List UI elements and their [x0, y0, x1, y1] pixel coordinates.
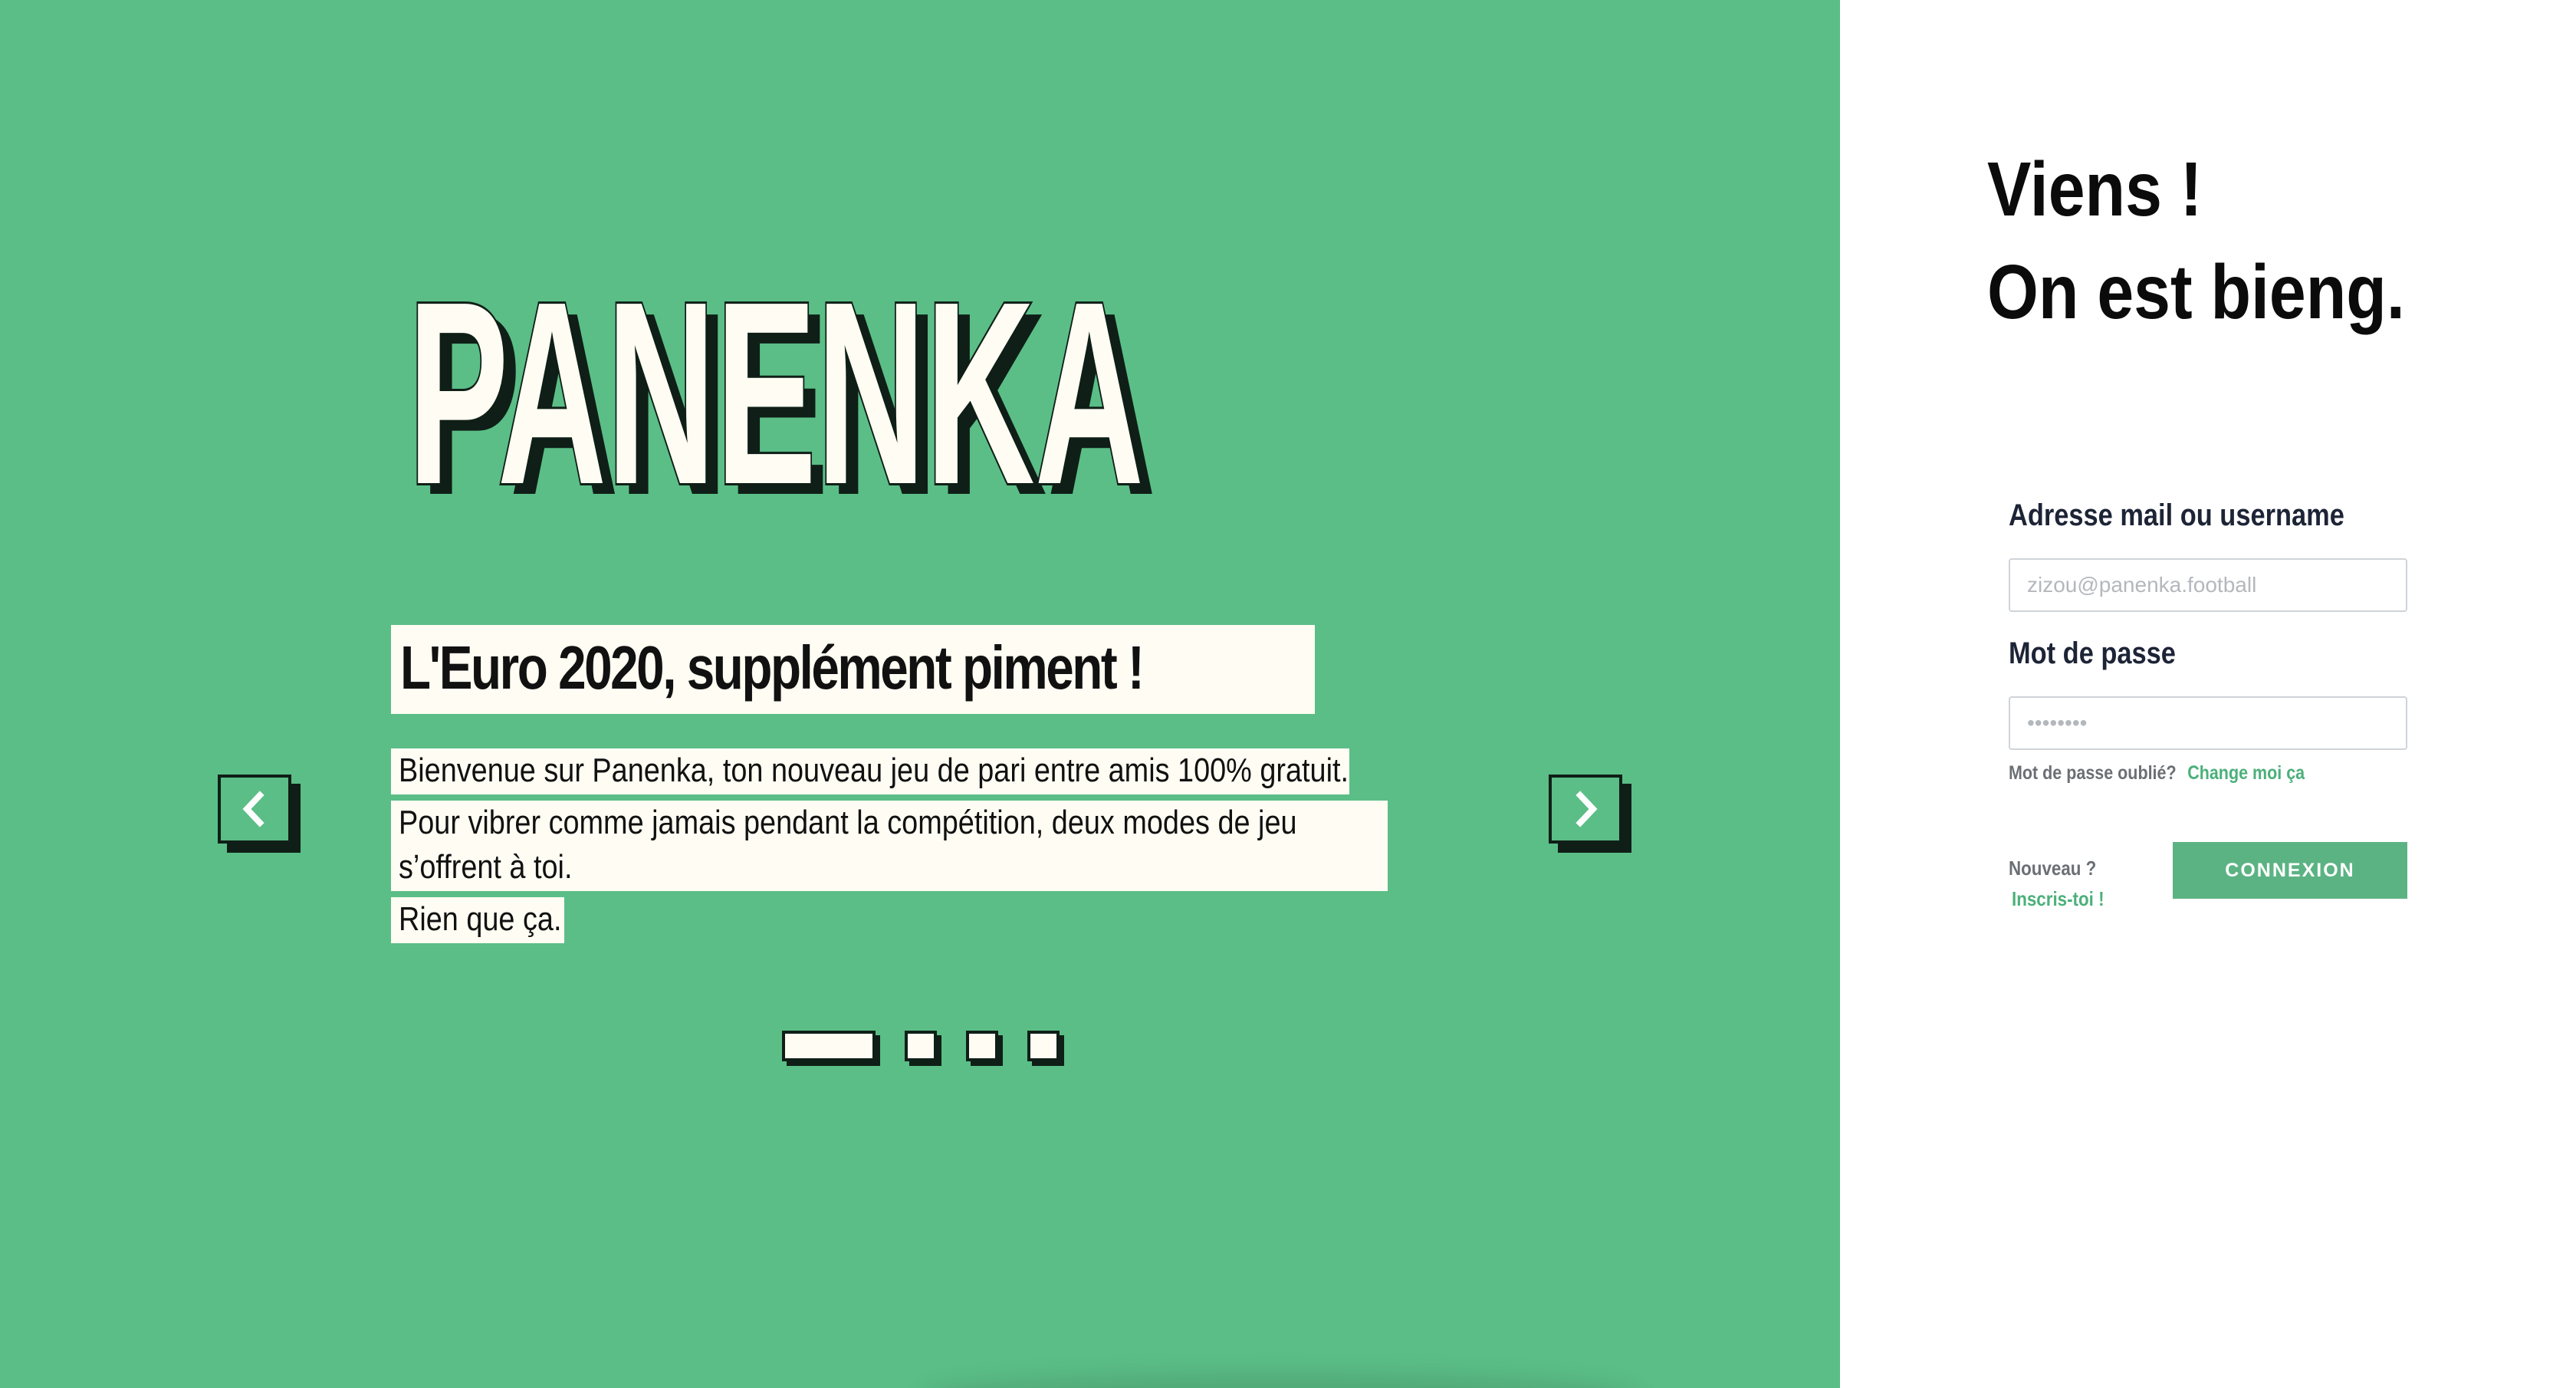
- slide-text-line: Pour vibrer comme jamais pendant la comp…: [391, 801, 1388, 891]
- carousel-prev-button[interactable]: [218, 775, 291, 844]
- slide-text: Rien que ça.: [399, 900, 562, 938]
- carousel-next-button[interactable]: [1549, 775, 1622, 844]
- chevron-left-icon: [242, 791, 264, 827]
- carousel-dot[interactable]: [905, 1031, 937, 1061]
- carousel-dot[interactable]: [966, 1031, 998, 1061]
- forgot-password-text: Mot de passe oublié?: [2009, 762, 2177, 784]
- signup-link[interactable]: Inscris-toi !: [2012, 883, 2104, 914]
- panenka-logo-graphic: PANENKA PANENKA: [406, 285, 1156, 508]
- carousel-dot-active[interactable]: [782, 1031, 876, 1061]
- email-label: Adresse mail ou username: [2009, 498, 2344, 532]
- login-button[interactable]: CONNEXION: [2173, 842, 2407, 899]
- carousel-dot[interactable]: [1027, 1031, 1060, 1061]
- greeting-line: On est bieng.: [1987, 249, 2405, 335]
- decorative-shadow: [920, 1373, 1641, 1388]
- signup-prompt: Nouveau ? Inscris-toi !: [2009, 853, 2119, 914]
- hero-panel: PANENKA PANENKA L'Euro 2020, supplément …: [0, 0, 1840, 1388]
- password-label: Mot de passe: [2009, 636, 2176, 670]
- greeting-line: Viens !: [1987, 146, 2203, 232]
- slide-text: Bienvenue sur Panenka, ton nouveau jeu d…: [399, 752, 1349, 789]
- slide-title-box: L'Euro 2020, supplément piment !: [391, 625, 1316, 714]
- slide-title: L'Euro 2020, supplément piment !: [400, 633, 1145, 702]
- forgot-password-row: Mot de passe oublié? Change moi ça: [2009, 762, 2305, 784]
- slide-text-line: Rien que ça.: [391, 897, 564, 943]
- password-field[interactable]: [2009, 696, 2407, 750]
- email-field[interactable]: [2009, 558, 2407, 612]
- reset-password-link[interactable]: Change moi ça: [2187, 762, 2305, 784]
- slide-text-line: Bienvenue sur Panenka, ton nouveau jeu d…: [391, 748, 1349, 794]
- panenka-logo: PANENKA PANENKA: [402, 285, 1168, 508]
- login-panel: Viens ! On est bieng. Adresse mail ou us…: [1840, 0, 2576, 1388]
- login-greeting: Viens ! On est bieng.: [1987, 138, 2472, 344]
- chevron-right-icon: [1576, 791, 1598, 827]
- logo-text: PANENKA: [408, 285, 1144, 508]
- new-user-text: Nouveau ?: [2009, 857, 2097, 880]
- slide-text: Pour vibrer comme jamais pendant la comp…: [399, 804, 1297, 886]
